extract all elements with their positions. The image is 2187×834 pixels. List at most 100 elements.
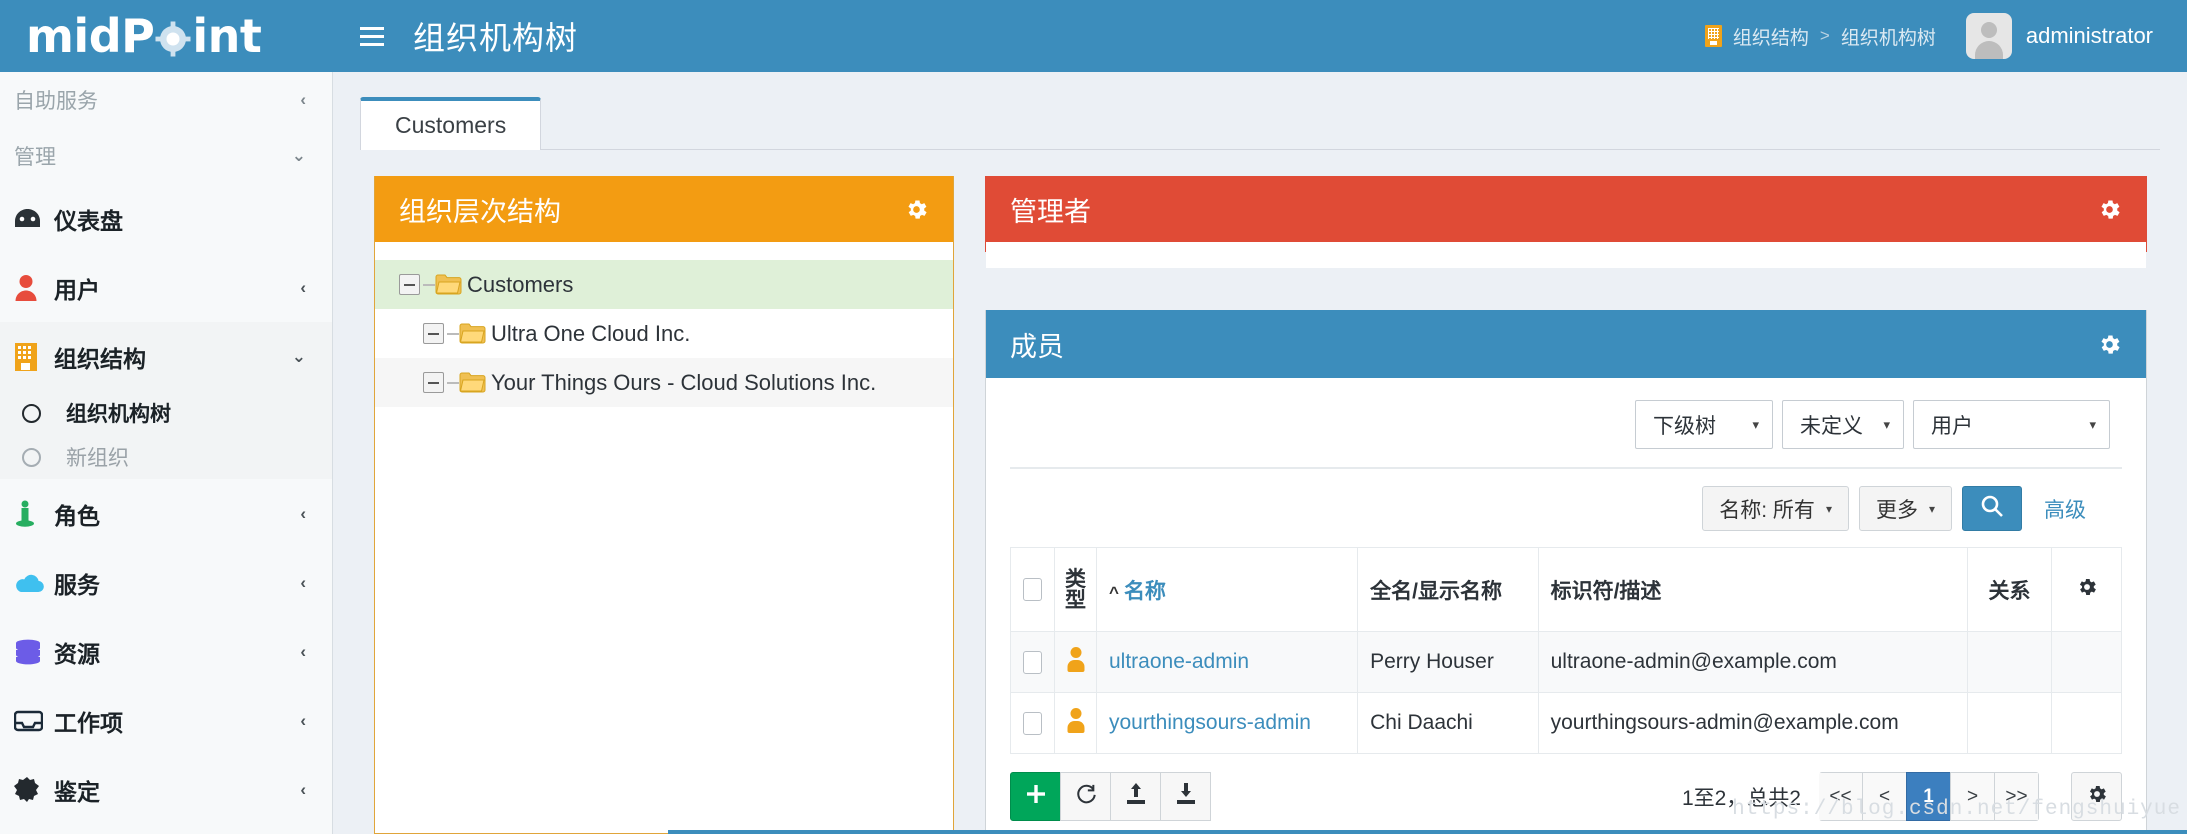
row-identifier-cell: yourthingsours-admin@example.com (1537, 692, 1969, 754)
gear-icon[interactable] (2076, 578, 2098, 603)
brand-logo-part1: mid (26, 9, 122, 63)
select-all-checkbox[interactable] (1023, 578, 1042, 602)
brand-logo-part3: int (192, 9, 262, 63)
chevron-down-icon: ▾ (1883, 416, 1890, 432)
relation-select[interactable]: 未定义 ▾ (1782, 400, 1904, 449)
sidebar-section-admin[interactable]: 管理 ⌄ (0, 128, 332, 184)
chevron-left-icon: ‹ (300, 779, 306, 799)
column-header-fullname[interactable]: 全名/显示名称 (1357, 547, 1539, 632)
row-checkbox[interactable] (1023, 650, 1042, 674)
column-settings-header[interactable] (2051, 547, 2122, 632)
import-button[interactable] (1110, 772, 1161, 821)
row-fullname-cell: Chi Daachi (1357, 692, 1539, 754)
tree-node[interactable]: Your Things Ours - Cloud Solutions Inc. (375, 358, 953, 407)
chevron-down-icon: ▾ (1825, 501, 1832, 516)
sidebar-item-work-items[interactable]: 工作项 ‹ (0, 686, 332, 755)
main-content: Customers 组织层次结构 Customers Ultra One Clo… (334, 72, 2187, 834)
user-name: administrator (2025, 23, 2153, 48)
column-header-identifier[interactable]: 标识符/描述 (1537, 547, 1969, 632)
more-filters-button[interactable]: 更多 ▾ (1858, 486, 1952, 531)
scope-select-value: 下级树 (1653, 414, 1716, 438)
sidebar-item-resources[interactable]: 资源 ‹ (0, 617, 332, 686)
type-select-value: 用户 (1931, 414, 1973, 438)
sidebar-item-certification[interactable]: 鉴定 ‹ (0, 755, 332, 824)
breadcrumb: 组织结构 > 组织机构树 (1704, 23, 1966, 50)
members-table-body: ultraone-admin Perry Houser ultraone-adm… (1010, 631, 2122, 754)
folder-icon (459, 323, 486, 344)
name-filter-button[interactable]: 名称: 所有 ▾ (1702, 486, 1849, 531)
header-right: 组织结构 > 组织机构树 administrator (1704, 0, 2187, 72)
sidebar-item-dashboard[interactable]: 仪表盘 (0, 184, 332, 253)
members-panel: 成员 下级树 ▾ 未定义 ▾ 用户 ▾ 名称: 所有 ▾ 更多 ▾ 高级 类 型… (985, 310, 2147, 834)
sort-asc-icon: ^ (1109, 582, 1119, 602)
tree-node[interactable]: Customers (375, 260, 953, 309)
collapse-icon[interactable] (399, 274, 420, 295)
gear-icon[interactable] (2097, 332, 2122, 357)
sidebar-item-org-structure[interactable]: 组织结构 ⌄ (0, 322, 332, 391)
table-row[interactable]: yourthingsours-admin Chi Daachi yourthin… (1010, 692, 2122, 754)
tree-node[interactable]: Ultra One Cloud Inc. (375, 309, 953, 358)
chevron-left-icon: ‹ (300, 641, 306, 661)
export-button[interactable] (1160, 772, 1211, 821)
org-hierarchy-panel: 组织层次结构 Customers Ultra One Cloud Inc. Yo… (374, 176, 954, 834)
type-select[interactable]: 用户 ▾ (1913, 400, 2110, 449)
gear-icon[interactable] (2097, 197, 2122, 222)
sidebar-item-label: 组织机构树 (66, 403, 171, 426)
brand-logo-text: mid Pint (26, 9, 262, 63)
user-menu[interactable]: administrator (1965, 13, 2187, 59)
column-header-relation[interactable]: 关系 (1967, 547, 2052, 632)
search-button[interactable] (1962, 486, 2022, 531)
sidebar-item-users[interactable]: 用户 ‹ (0, 253, 332, 322)
brand-logo[interactable]: mid Pint (0, 0, 333, 72)
refresh-button[interactable] (1060, 772, 1111, 821)
breadcrumb-current[interactable]: 组织机构树 (1841, 23, 1936, 50)
members-panel-title: 成员 (1010, 331, 1064, 362)
sidebar-item-org-tree[interactable]: 组织机构树 (0, 391, 332, 435)
name-filter-label: 名称: 所有 (1719, 498, 1815, 522)
tree-connector (447, 332, 459, 335)
row-name-link[interactable]: yourthingsours-admin (1109, 711, 1311, 734)
sidebar-item-roles[interactable]: 角色 ‹ (0, 479, 332, 548)
add-button[interactable] (1010, 772, 1061, 821)
relation-select-value: 未定义 (1800, 414, 1863, 438)
folder-icon (435, 274, 462, 295)
tab-customers[interactable]: Customers (360, 97, 542, 150)
database-icon (14, 639, 54, 665)
search-icon (1980, 494, 2004, 523)
scope-select[interactable]: 下级树 ▾ (1635, 400, 1773, 449)
advanced-search-link[interactable]: 高级 (2044, 494, 2086, 524)
collapse-icon[interactable] (423, 323, 444, 344)
column-header-type: 类 型 (1054, 547, 1097, 632)
app-root: mid Pint 组织机构树 组织结构 > 组织机构树 administrator… (0, 0, 2187, 834)
tab-label: Customers (395, 112, 507, 138)
avatar (1965, 13, 2012, 59)
breadcrumb-root[interactable]: 组织结构 (1733, 23, 1809, 50)
sidebar-item-label: 仪表盘 (54, 207, 123, 234)
dashboard-icon (14, 208, 54, 229)
managers-panel-body (986, 242, 2146, 268)
org-hierarchy-panel-title: 组织层次结构 (399, 196, 561, 227)
tree-connector (423, 283, 435, 286)
row-type-cell (1054, 692, 1097, 754)
table-row[interactable]: ultraone-admin Perry Houser ultraone-adm… (1010, 631, 2122, 693)
sidebar-item-services[interactable]: 服务 ‹ (0, 548, 332, 617)
gear-icon[interactable] (904, 197, 929, 222)
collapse-icon[interactable] (423, 372, 444, 393)
managers-panel-header: 管理者 (986, 176, 2146, 242)
hamburger-icon[interactable] (355, 0, 389, 72)
user-icon (14, 274, 54, 302)
circle-icon (22, 403, 66, 423)
column-header-name[interactable]: ^ 名称 (1095, 547, 1359, 632)
sidebar-item-label: 鉴定 (54, 778, 100, 805)
sidebar-section-selfservice[interactable]: 自助服务 ‹ (0, 72, 332, 128)
page-title: 组织机构树 (413, 20, 579, 56)
row-actions-cell[interactable] (2051, 692, 2122, 754)
sidebar-item-label: 资源 (54, 640, 100, 667)
row-name-link[interactable]: ultraone-admin (1109, 650, 1249, 673)
row-checkbox[interactable] (1023, 711, 1042, 735)
row-actions-cell[interactable] (2051, 631, 2122, 693)
sidebar-item-server-tasks[interactable]: 服务器任务 ‹ (0, 824, 332, 834)
sidebar-item-new-org[interactable]: 新组织 (0, 435, 332, 479)
gear-icon (155, 18, 191, 57)
chevron-left-icon: ‹ (300, 710, 306, 730)
